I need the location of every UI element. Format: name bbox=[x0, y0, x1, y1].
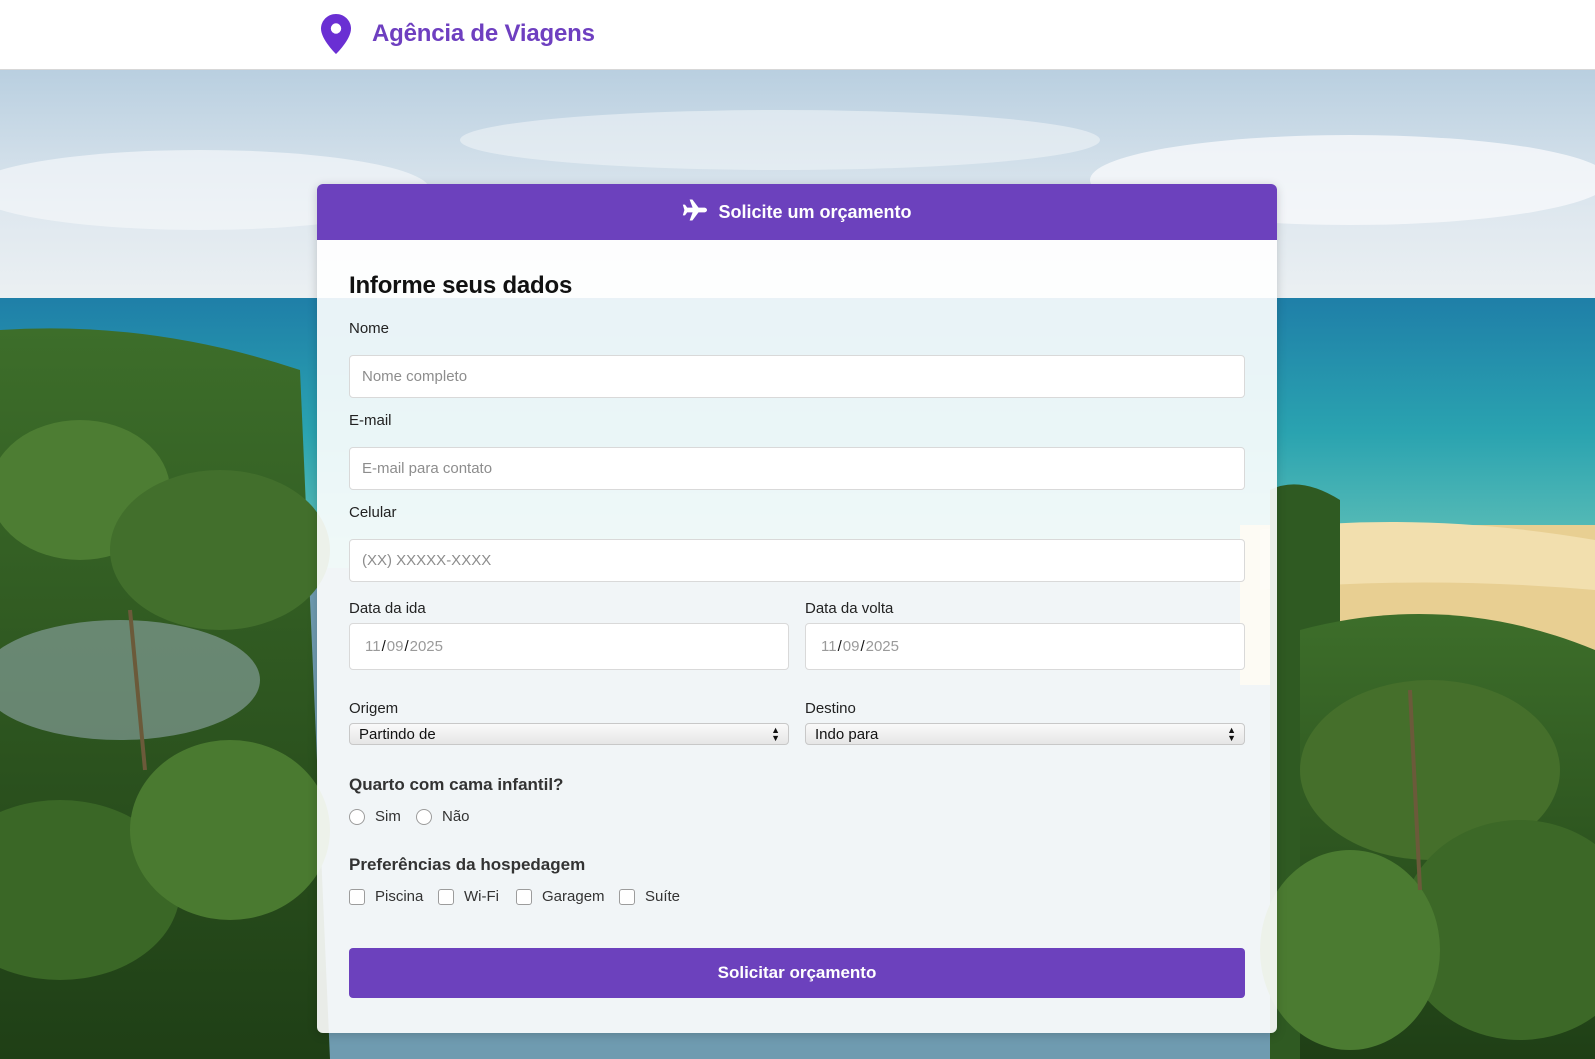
data-volta-month: 09 bbox=[842, 638, 860, 655]
radio-label: Sim bbox=[375, 808, 401, 825]
email-input[interactable] bbox=[349, 447, 1245, 490]
nome-label: Nome bbox=[349, 320, 390, 337]
quote-card: Solicite um orçamento Informe seus dados… bbox=[317, 184, 1277, 1033]
origem-select[interactable]: Partindo de ▲ ▼ bbox=[349, 723, 789, 745]
data-ida-month: 09 bbox=[386, 638, 404, 655]
destino-selected-value: Indo para bbox=[815, 725, 879, 743]
origem-label: Origem bbox=[349, 700, 399, 717]
checkbox-label: Piscina bbox=[375, 888, 424, 905]
checkbox[interactable] bbox=[438, 888, 454, 905]
data-volta-year: 2025 bbox=[865, 638, 899, 655]
checkbox-option-wifi[interactable]: Wi-Fi bbox=[438, 888, 499, 905]
date-separator: / bbox=[837, 638, 842, 655]
brand[interactable]: Agência de Viagens bbox=[320, 13, 595, 55]
data-volta-day: 11 bbox=[821, 638, 837, 655]
data-volta-input[interactable]: 11/09/2025 bbox=[805, 623, 1245, 670]
data-ida-day: 11 bbox=[365, 638, 381, 655]
card-header: Solicite um orçamento bbox=[317, 184, 1277, 240]
airplane-icon bbox=[682, 199, 718, 226]
radio-label: Não bbox=[442, 808, 470, 825]
data-volta-label: Data da volta bbox=[805, 600, 894, 617]
date-separator: / bbox=[860, 638, 865, 655]
origem-selected-value: Partindo de bbox=[359, 725, 436, 743]
checkbox-option-suite[interactable]: Suíte bbox=[619, 888, 680, 905]
data-ida-input[interactable]: 11/09/2025 bbox=[349, 623, 789, 670]
card-header-title: Solicite um orçamento bbox=[718, 201, 912, 222]
data-ida-year: 2025 bbox=[409, 638, 443, 655]
destino-label: Destino bbox=[805, 700, 856, 717]
radio-button[interactable] bbox=[349, 808, 365, 825]
checkbox[interactable] bbox=[516, 888, 532, 905]
quote-form: Informe seus dados Nome E-mail Celular D… bbox=[317, 240, 1277, 1033]
radio-option-nao[interactable]: Não bbox=[416, 808, 470, 825]
checkbox-label: Suíte bbox=[645, 888, 681, 905]
top-navbar: Agência de Viagens bbox=[0, 0, 1595, 70]
checkbox-option-garagem[interactable]: Garagem bbox=[516, 888, 605, 905]
map-pin-icon bbox=[320, 13, 352, 55]
celular-label: Celular bbox=[349, 504, 397, 521]
submit-button[interactable]: Solicitar orçamento bbox=[349, 948, 1245, 998]
email-label: E-mail bbox=[349, 412, 392, 429]
brand-name: Agência de Viagens bbox=[372, 20, 595, 47]
radio-option-sim[interactable]: Sim bbox=[349, 808, 401, 825]
checkbox-option-piscina[interactable]: Piscina bbox=[349, 888, 423, 905]
checkbox[interactable] bbox=[619, 888, 635, 905]
destino-select[interactable]: Indo para ▲ ▼ bbox=[805, 723, 1245, 745]
celular-input[interactable] bbox=[349, 539, 1245, 582]
date-separator: / bbox=[381, 638, 386, 655]
radio-button[interactable] bbox=[416, 808, 432, 825]
quarto-question: Quarto com cama infantil? bbox=[349, 775, 564, 794]
checkbox[interactable] bbox=[349, 888, 365, 905]
select-arrows-icon: ▲ ▼ bbox=[771, 725, 780, 743]
form-title: Informe seus dados bbox=[349, 272, 573, 299]
nome-input[interactable] bbox=[349, 355, 1245, 398]
select-arrows-icon: ▲ ▼ bbox=[1227, 725, 1236, 743]
data-ida-label: Data da ida bbox=[349, 600, 426, 617]
checkbox-label: Garagem bbox=[542, 888, 605, 905]
date-separator: / bbox=[404, 638, 409, 655]
checkbox-label: Wi-Fi bbox=[464, 888, 499, 905]
preferencias-title: Preferências da hospedagem bbox=[349, 855, 586, 874]
